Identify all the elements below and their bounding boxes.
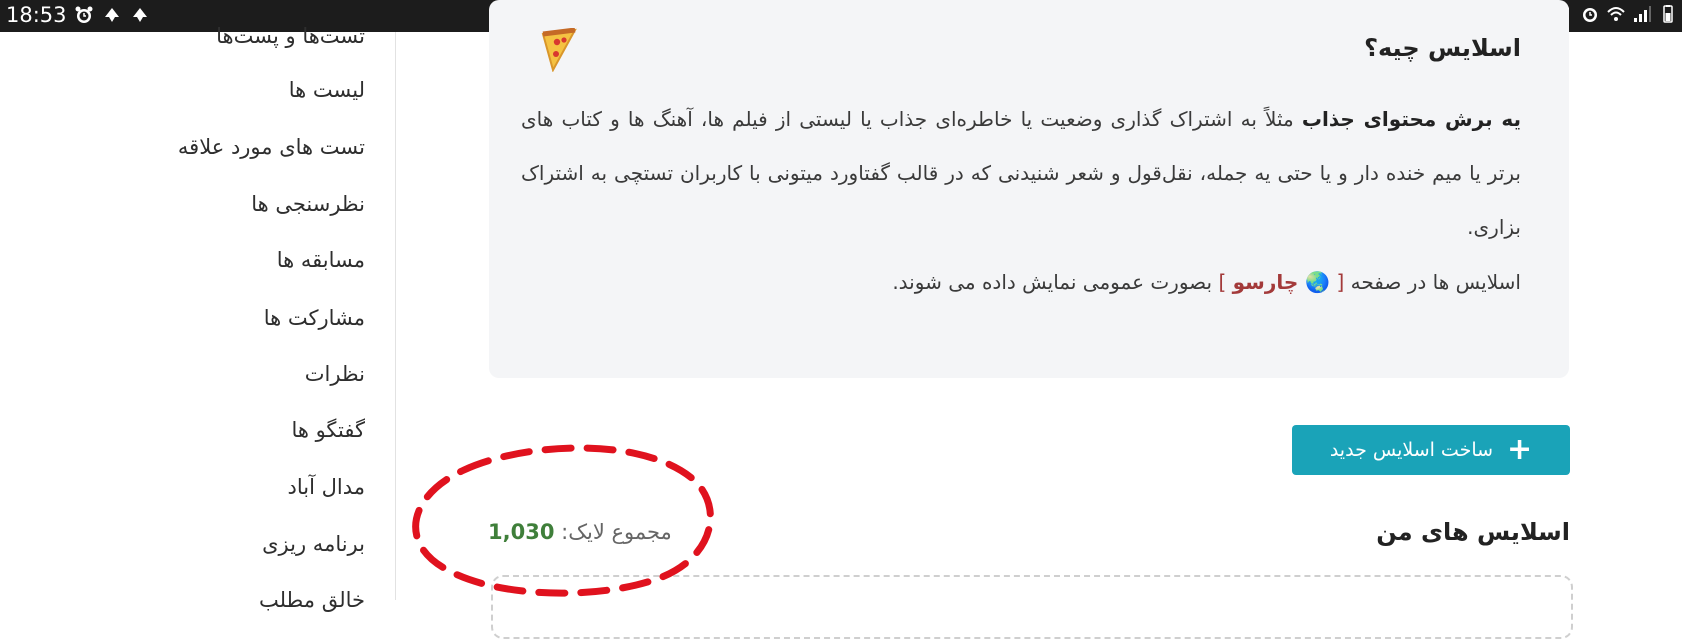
sidebar-item-content-creator[interactable]: خالق مطلب [259, 588, 365, 612]
notification-icon [133, 8, 147, 22]
sidebar-item-polls[interactable]: نظرسنجی ها [251, 192, 365, 216]
sidebar-item-comments[interactable]: نظرات [305, 362, 365, 386]
status-left-icons [74, 5, 150, 25]
my-slices-title: اسلایس های من [1376, 518, 1570, 546]
card-description-bold: یه برش محتوای جذاب [1301, 107, 1522, 131]
sidebar-item-planning[interactable]: برنامه ریزی [262, 532, 365, 556]
status-right-icons [1554, 4, 1678, 24]
pizza-icon [541, 28, 577, 72]
sidebar-item-conversations[interactable]: گفتگو ها [291, 418, 365, 442]
sidebar-item-lists[interactable]: لیست ها [289, 78, 365, 102]
status-time: 18:53 [6, 3, 67, 27]
wifi-icon [1607, 7, 1625, 21]
plus-icon: + [1507, 432, 1533, 467]
new-slice-label: ساخت اسلایس جدید [1329, 439, 1494, 461]
sidebar-item-contests[interactable]: مسابقه ها [277, 248, 365, 272]
battery-icon [1663, 5, 1673, 23]
bracket-open: [ [1330, 270, 1345, 294]
sidebar-item-participations[interactable]: مشارکت ها [264, 306, 365, 330]
card-note: اسلایس ها در صفحه [ 🌏 چارسو ] بصورت عموم… [521, 270, 1521, 294]
card-note-prefix: اسلایس ها در صفحه [1344, 270, 1521, 294]
card-note-suffix: بصورت عمومی نمایش داده می شوند. [892, 270, 1219, 294]
annotation-circle [412, 444, 714, 597]
card-title: اسلایس چیه؟ [1364, 34, 1521, 62]
notification-icon [105, 8, 119, 22]
bracket-close: ] [1218, 270, 1233, 294]
signal-icon [1634, 6, 1651, 22]
charsoo-link[interactable]: چارسو [1233, 270, 1306, 294]
new-slice-button[interactable]: + ساخت اسلایس جدید [1292, 425, 1570, 475]
alarm-icon [75, 6, 93, 23]
card-description: یه برش محتوای جذاب مثلاً به اشتراک گذاری… [521, 92, 1521, 254]
sidebar: تست‌ها و پست‌ها لیست ها تست های مورد علا… [0, 24, 396, 612]
sidebar-item-medals[interactable]: مدال آباد [288, 475, 365, 499]
sidebar-item-tests-posts[interactable]: تست‌ها و پست‌ها [216, 24, 365, 48]
sidebar-item-favorite-tests[interactable]: تست های مورد علاقه [178, 135, 365, 159]
slice-info-card: اسلایس چیه؟ یه برش محتوای جذاب مثلاً به … [489, 0, 1569, 378]
alarm-icon [1583, 8, 1597, 22]
globe-icon: 🌏 [1305, 270, 1331, 294]
